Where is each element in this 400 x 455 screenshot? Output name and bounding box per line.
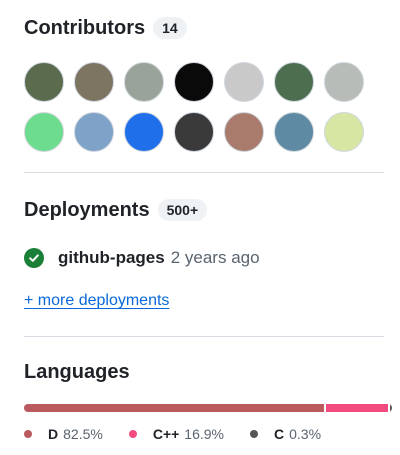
language-name: C++: [152, 426, 180, 442]
language-legend-item[interactable]: D 82.5%: [24, 426, 103, 442]
language-legend-item[interactable]: C 0.3%: [250, 426, 321, 442]
contributors-avatar-grid: [24, 62, 384, 152]
language-color-dot-icon: [250, 430, 258, 438]
language-percent: 16.9%: [184, 426, 224, 442]
languages-bar: [24, 404, 392, 412]
language-color-dot-icon: [24, 430, 32, 438]
contributor-avatar-9[interactable]: [74, 112, 114, 152]
deployment-environment-link[interactable]: github-pages: [58, 248, 165, 268]
language-bar-segment[interactable]: [389, 404, 392, 412]
contributor-avatar-2[interactable]: [74, 62, 114, 102]
languages-section: Languages D 82.5% C++ 16.9% C 0.3%: [24, 360, 392, 442]
language-percent: 0.3%: [289, 426, 322, 442]
deployment-time: 2 years ago: [170, 248, 260, 267]
contributor-avatar-3[interactable]: [124, 62, 164, 102]
language-bar-segment[interactable]: [326, 404, 388, 412]
deployments-count-badge: 500+: [157, 199, 208, 221]
contributor-avatar-1[interactable]: [24, 62, 64, 102]
language-color-dot-icon: [128, 430, 137, 438]
languages-legend: D 82.5% C++ 16.9% C 0.3%: [24, 426, 384, 442]
contributor-avatar-5[interactable]: [224, 62, 264, 102]
contributors-count-badge: 14: [153, 17, 187, 39]
contributor-avatar-12[interactable]: [224, 112, 264, 152]
deployment-item: github-pages 2 years ago: [24, 248, 384, 268]
languages-heading: Languages: [24, 361, 130, 383]
contributor-avatar-14[interactable]: [324, 112, 364, 152]
deployments-heading[interactable]: Deployments: [24, 198, 150, 222]
divider: [24, 172, 384, 173]
contributor-avatar-13[interactable]: [274, 112, 314, 152]
more-deployments-link[interactable]: + more deployments: [24, 292, 169, 310]
deployments-section: Deployments 500+ github-pages 2 years ag…: [24, 198, 384, 310]
contributor-avatar-10[interactable]: [124, 112, 164, 152]
divider: [24, 336, 384, 337]
language-name: D: [48, 426, 59, 442]
contributors-section: Contributors 14: [24, 16, 384, 152]
language-name: C: [274, 426, 285, 442]
contributor-avatar-8[interactable]: [24, 112, 64, 152]
language-percent: 82.5%: [63, 426, 103, 442]
contributor-avatar-6[interactable]: [274, 62, 314, 102]
contributor-avatar-7[interactable]: [324, 62, 364, 102]
contributors-heading[interactable]: Contributors: [24, 16, 145, 40]
contributor-avatar-4[interactable]: [174, 62, 214, 102]
contributor-avatar-11[interactable]: [174, 112, 214, 152]
language-legend-item[interactable]: C++ 16.9%: [128, 426, 224, 442]
check-circle-icon: [24, 248, 44, 268]
language-bar-segment[interactable]: [24, 404, 325, 412]
